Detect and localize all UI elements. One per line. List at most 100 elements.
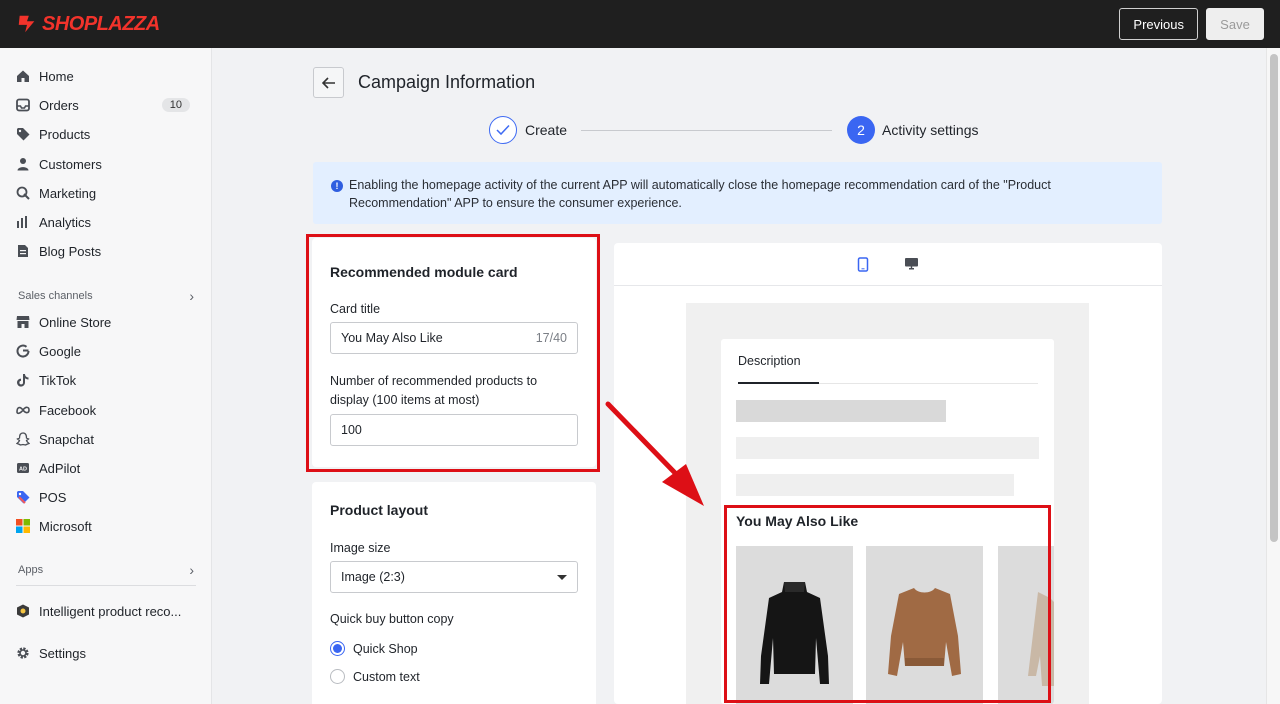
card-title-label: Card title [330, 302, 381, 316]
product-card-brown-sweater [866, 546, 983, 704]
apps-header[interactable]: Apps › [18, 562, 194, 578]
info-icon: ! [331, 180, 343, 192]
image-size-value: Image (2:3) [341, 570, 405, 584]
sidebar-item-facebook[interactable]: Facebook [16, 399, 196, 421]
store-icon [16, 315, 30, 329]
ad-icon: AD [16, 461, 30, 475]
sidebar-item-microsoft[interactable]: Microsoft [16, 515, 196, 537]
sales-channels-header[interactable]: Sales channels › [18, 288, 194, 304]
preview-description-tab: Description [738, 354, 801, 368]
sweater-image [888, 588, 961, 676]
brand-name: SHOPLAZZA [42, 12, 160, 35]
skeleton-line [736, 400, 946, 422]
sidebar-item-products[interactable]: Products [16, 123, 196, 145]
sidebar-item-label: Settings [39, 645, 86, 661]
svg-text:AD: AD [19, 467, 27, 473]
radio-label: Custom text [353, 669, 420, 684]
recommended-module-card: Recommended module card Card title You M… [312, 238, 596, 467]
apps-label: Apps [18, 564, 44, 576]
garment-image [1028, 592, 1054, 686]
product-count-input[interactable]: 100 [330, 414, 578, 446]
alert-text: Enabling the homepage activity of the cu… [349, 178, 1051, 210]
step-activity-settings-label: Activity settings [882, 122, 979, 138]
microsoft-icon [16, 519, 30, 533]
sidebar-item-label: Intelligent product reco... [39, 603, 182, 619]
sidebar-divider [16, 585, 196, 586]
sidebar-item-analytics[interactable]: Analytics [16, 211, 196, 233]
shoplazza-logo-icon [18, 15, 35, 33]
sidebar-item-label: Snapchat [39, 431, 94, 447]
char-counter: 17/40 [535, 331, 567, 345]
sidebar-item-settings[interactable]: Settings [16, 642, 196, 664]
step-activity-settings-indicator: 2 [847, 116, 875, 144]
tab-active-indicator [738, 382, 819, 384]
sidebar-item-label: Google [39, 343, 81, 359]
caret-down-icon [557, 574, 567, 580]
sidebar-item-label: AdPilot [39, 460, 81, 476]
check-icon [496, 124, 510, 136]
preview-device-tabs [614, 243, 1162, 286]
inbox-icon [16, 98, 30, 112]
megaphone-icon [16, 186, 30, 200]
quick-buy-label: Quick buy button copy [330, 612, 454, 626]
bar-chart-icon [16, 215, 30, 229]
module-card-title: Recommended module card [330, 264, 518, 280]
card-title-input[interactable]: You May Also Like 17/40 [330, 322, 578, 354]
sidebar-item-online-store[interactable]: Online Store [16, 311, 196, 333]
sidebar-item-intelligent-product-reco[interactable]: Intelligent product reco... [16, 600, 196, 622]
sidebar-item-label: Marketing [39, 185, 97, 201]
previous-button[interactable]: Previous [1119, 8, 1198, 40]
google-icon [16, 344, 30, 358]
sidebar-item-label: Microsoft [39, 518, 92, 534]
skeleton-line [736, 474, 1014, 496]
product-layout-card: Product layout Image size Image (2:3) Qu… [312, 482, 596, 704]
pos-tag-icon [16, 490, 30, 504]
back-button[interactable] [313, 67, 344, 98]
chevron-right-icon: › [189, 562, 194, 578]
sidebar-item-pos[interactable]: POS [16, 486, 196, 508]
sidebar-item-label: POS [39, 489, 67, 505]
mobile-preview-frame: Description You May Also Like [686, 303, 1089, 704]
sidebar: Home Orders 10 Products Customers Market… [0, 48, 212, 704]
app-icon [16, 604, 30, 618]
radio-custom-text[interactable]: Custom text [330, 669, 420, 684]
save-button[interactable]: Save [1206, 8, 1264, 40]
sidebar-item-blog-posts[interactable]: Blog Posts [16, 240, 196, 262]
radio-quick-shop[interactable]: Quick Shop [330, 641, 418, 656]
page-scrollbar[interactable] [1266, 48, 1280, 704]
card-title-value: You May Also Like [341, 331, 443, 345]
product-card-partial [998, 546, 1054, 704]
sidebar-item-orders[interactable]: Orders 10 [16, 94, 196, 116]
sidebar-item-marketing[interactable]: Marketing [16, 182, 196, 204]
radio-dot [330, 669, 345, 684]
mobile-icon[interactable] [857, 257, 869, 275]
sidebar-item-adpilot[interactable]: AD AdPilot [16, 457, 196, 479]
sweater-image [760, 582, 829, 684]
sidebar-item-label: Online Store [39, 314, 112, 330]
image-size-select[interactable]: Image (2:3) [330, 561, 578, 593]
info-alert: ! Enabling the homepage activity of the … [313, 162, 1162, 224]
ghost-icon [16, 432, 30, 446]
sidebar-item-snapchat[interactable]: Snapchat [16, 428, 196, 450]
sidebar-item-tiktok[interactable]: TikTok [16, 369, 196, 391]
sidebar-item-customers[interactable]: Customers [16, 153, 196, 175]
sidebar-item-home[interactable]: Home [16, 65, 196, 87]
layout-card-title: Product layout [330, 502, 429, 518]
product-count-label: Number of recommended products to displa… [330, 374, 538, 407]
page-title: Campaign Information [358, 72, 536, 92]
preview-content: Description You May Also Like [721, 339, 1054, 704]
sidebar-item-google[interactable]: Google [16, 340, 196, 362]
scrollbar-thumb[interactable] [1270, 54, 1278, 542]
step-create-indicator [489, 116, 517, 144]
chevron-right-icon: › [189, 288, 194, 304]
tiktok-icon [16, 373, 30, 387]
red-arrow-annotation [605, 401, 704, 506]
top-bar: SHOPLAZZA Previous Save [0, 0, 1280, 48]
meta-icon [16, 403, 30, 417]
desktop-icon[interactable] [904, 257, 919, 274]
preview-section-title: You May Also Like [736, 513, 859, 529]
shoplazza-logo[interactable]: SHOPLAZZA [16, 13, 160, 36]
sidebar-item-label: Customers [39, 156, 102, 172]
step-create-label: Create [525, 122, 568, 138]
person-icon [16, 157, 30, 171]
